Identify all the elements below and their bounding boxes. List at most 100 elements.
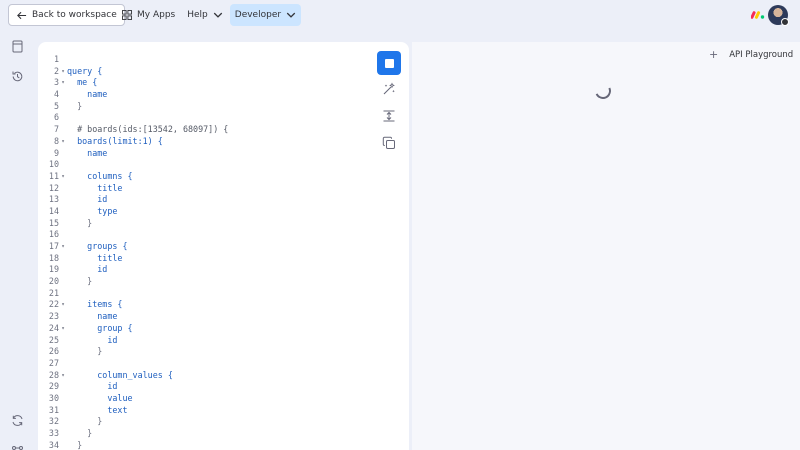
fold-gutter: [59, 381, 67, 393]
top-bar: Back to workspace My Apps Help Developer: [0, 0, 800, 30]
copy-icon[interactable]: [382, 136, 396, 150]
line-number: 5: [53, 100, 59, 111]
merge-fragments-icon[interactable]: [382, 109, 396, 123]
code-text: query {: [67, 65, 103, 76]
query-editor[interactable]: 1 2 ▾ query {3 ▾ me {4 name 5 } 6 7 # boards(id…: [38, 42, 409, 450]
code-line[interactable]: 29 id: [38, 381, 228, 393]
code-line[interactable]: 19 id: [38, 264, 228, 276]
prettify-icon[interactable]: [382, 82, 396, 96]
code-line[interactable]: 14 type: [38, 206, 228, 218]
code-line[interactable]: 15 }: [38, 218, 228, 230]
nav-help[interactable]: Help: [182, 4, 228, 26]
code-area[interactable]: 1 2 ▾ query {3 ▾ me {4 name 5 } 6 7 # boards(id…: [38, 54, 228, 450]
code-line[interactable]: 9 name: [38, 148, 228, 160]
nav-help-label: Help: [187, 10, 208, 20]
code-line[interactable]: 17 ▾ groups {: [38, 241, 228, 253]
fold-toggle-icon[interactable]: ▾: [59, 171, 67, 183]
fold-gutter: [59, 346, 67, 358]
fold-gutter: [59, 253, 67, 265]
code-line[interactable]: 32 }: [38, 416, 228, 428]
monday-logo-icon[interactable]: [751, 8, 765, 20]
code-text: name: [67, 89, 108, 100]
code-line[interactable]: 25 id: [38, 335, 228, 347]
history-icon[interactable]: [11, 70, 24, 83]
api-playground-tab[interactable]: + API Playground: [709, 48, 793, 61]
code-text: name: [67, 311, 118, 322]
stop-query-button[interactable]: [377, 51, 401, 75]
code-text: id: [67, 264, 108, 275]
code-line[interactable]: 13 id: [38, 194, 228, 206]
code-line[interactable]: 28 ▾ column_values {: [38, 370, 228, 382]
code-line[interactable]: 2 ▾ query {: [38, 66, 228, 78]
fold-gutter: [59, 101, 67, 113]
line-number: 22: [48, 299, 59, 310]
line-number: 29: [48, 381, 59, 392]
line-number: 14: [48, 205, 59, 216]
nav-my-apps[interactable]: My Apps: [117, 4, 180, 26]
fold-gutter: [59, 112, 67, 124]
document-icon[interactable]: [11, 40, 24, 53]
fold-toggle-icon[interactable]: ▾: [59, 66, 67, 78]
fold-gutter: [59, 335, 67, 347]
fold-gutter: [59, 218, 67, 230]
line-number: 11: [48, 170, 59, 181]
code-line[interactable]: 3 ▾ me {: [38, 77, 228, 89]
line-number: 12: [48, 182, 59, 193]
code-text: }: [67, 439, 83, 450]
code-line[interactable]: 10: [38, 159, 228, 171]
code-line[interactable]: 18 title: [38, 253, 228, 265]
line-number: 16: [48, 229, 59, 240]
code-line[interactable]: 4 name: [38, 89, 228, 101]
fold-toggle-icon[interactable]: ▾: [59, 241, 67, 253]
line-number: 10: [48, 159, 59, 170]
code-line[interactable]: 30 value: [38, 393, 228, 405]
code-line[interactable]: 12 title: [38, 183, 228, 195]
line-number: 6: [53, 112, 59, 123]
code-text: value: [67, 392, 133, 403]
code-line[interactable]: 11 ▾ columns {: [38, 171, 228, 183]
line-number: 18: [48, 252, 59, 263]
code-line[interactable]: 24 ▾ group {: [38, 323, 228, 335]
back-to-workspace-button[interactable]: Back to workspace: [8, 4, 125, 26]
api-playground-label: API Playground: [729, 49, 794, 60]
code-line[interactable]: 31 text: [38, 405, 228, 417]
code-line[interactable]: 26 }: [38, 346, 228, 358]
code-line[interactable]: 34 }: [38, 440, 228, 450]
code-line[interactable]: 21: [38, 288, 228, 300]
line-number: 13: [48, 194, 59, 205]
code-line[interactable]: 6: [38, 112, 228, 124]
grid-icon: [122, 10, 132, 20]
code-line[interactable]: 16: [38, 229, 228, 241]
code-line[interactable]: 1: [38, 54, 228, 66]
arrow-left-icon: [17, 11, 27, 19]
code-line[interactable]: 23 name: [38, 311, 228, 323]
fold-toggle-icon[interactable]: ▾: [59, 136, 67, 148]
fold-toggle-icon[interactable]: ▾: [59, 370, 67, 382]
shortcuts-icon[interactable]: [11, 442, 24, 450]
code-line[interactable]: 22 ▾ items {: [38, 299, 228, 311]
top-nav: My Apps Help Developer: [117, 4, 302, 26]
nav-developer[interactable]: Developer: [229, 4, 302, 26]
code-text: title: [67, 182, 123, 193]
fold-gutter: [59, 194, 67, 206]
code-text: }: [67, 276, 93, 287]
code-line[interactable]: 7 # boards(ids:[13542, 68097]) {: [38, 124, 228, 136]
code-line[interactable]: 5 }: [38, 101, 228, 113]
fold-gutter: [59, 393, 67, 405]
code-line[interactable]: 27: [38, 358, 228, 370]
code-line[interactable]: 8 ▾ boards(limit:1) {: [38, 136, 228, 148]
fold-gutter: [59, 311, 67, 323]
fold-gutter: [59, 358, 67, 370]
fold-toggle-icon[interactable]: ▾: [59, 299, 67, 311]
plus-icon[interactable]: +: [709, 48, 718, 61]
code-line[interactable]: 33 }: [38, 428, 228, 440]
code-text: group {: [67, 322, 133, 333]
code-line[interactable]: 20 }: [38, 276, 228, 288]
fold-gutter: [59, 276, 67, 288]
line-number: 20: [48, 276, 59, 287]
refresh-icon[interactable]: [11, 414, 24, 427]
line-number: 23: [48, 311, 59, 322]
fold-toggle-icon[interactable]: ▾: [59, 77, 67, 89]
fold-gutter: [59, 159, 67, 171]
fold-toggle-icon[interactable]: ▾: [59, 323, 67, 335]
